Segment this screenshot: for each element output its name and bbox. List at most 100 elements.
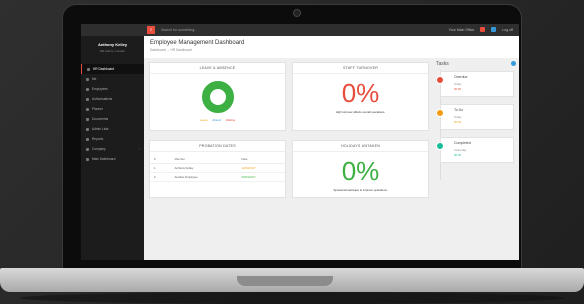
task-label: Completed <box>454 141 471 145</box>
sidebar-item-label: Company <box>92 147 106 151</box>
sidebar-item-reports[interactable]: Reports <box>81 134 144 144</box>
task-completed[interactable]: Completed Yesterday 00:00 <box>436 137 514 163</box>
sidebar-item-main-dashboard[interactable]: Main Dashboard <box>81 154 144 164</box>
row-date: 09/04/2017 <box>237 172 285 182</box>
task-when: Yesterday <box>454 148 467 152</box>
table-row[interactable]: 2 Another Employee 09/04/2017 <box>150 172 285 182</box>
legend-absent: Absent <box>212 118 222 122</box>
office-selector[interactable]: Your Main Office <box>449 28 475 32</box>
row-index: 2 <box>150 172 171 182</box>
sidebar-item-label: Reports <box>92 137 104 141</box>
sidebar-item-planner[interactable]: Planner <box>81 104 144 114</box>
sidebar-item-label: Me <box>92 77 97 81</box>
tasks-panel: Tasks Overdue Today 00:00 To Do Today 00:00 Co… <box>434 58 516 258</box>
sidebar-item-label: Main Dashboard <box>92 157 116 161</box>
sidebar-item-label: Employees <box>92 87 108 91</box>
row-index: 1 <box>150 163 171 173</box>
task-when: Today <box>454 82 462 86</box>
probation-dates-card: PROBATION DATES # Member Date 1 Anthony … <box>149 140 286 198</box>
profile-role: HR Admin, London <box>99 49 126 53</box>
holidays-untaken-card: HOLIDAYS UNTAKEN 0% Spread annual leave … <box>292 140 429 198</box>
card-title: PROBATION DATES <box>150 141 285 152</box>
profile-name: Anthony Kelley <box>97 42 128 47</box>
task-count: 00:00 <box>454 87 461 91</box>
card-title: STAFF TURNOVER <box>293 63 428 74</box>
legend-waiting: Waiting <box>225 118 236 122</box>
sidebar-item-documents[interactable]: Documents <box>81 114 144 124</box>
nav-icon <box>86 107 89 111</box>
sidebar-item-label: Authorisations <box>92 97 113 101</box>
breadcrumb: Dashboard → HR Dashboard <box>150 48 192 52</box>
turnover-value: 0% <box>341 78 380 108</box>
sidebar-nav: HR Dashboard Me Employees Authorisations Pla… <box>81 64 144 164</box>
main-content: Employee Management Dashboard Dashboard … <box>144 36 519 260</box>
task-to-do[interactable]: To Do Today 00:00 <box>436 104 514 130</box>
logout-link[interactable]: Log off <box>502 28 513 32</box>
sidebar-item-label: Documents <box>92 117 109 121</box>
nav-icon <box>86 97 89 101</box>
laptop-shadow <box>20 292 564 304</box>
page-title: Employee Management Dashboard <box>150 40 245 46</box>
row-member: Another Employee <box>170 172 238 182</box>
chart-legend: Leave Absent Waiting <box>150 118 285 122</box>
nav-icon <box>86 127 89 131</box>
sidebar-item-hr-dashboard[interactable]: HR Dashboard <box>81 64 144 74</box>
laptop-screen: ≡ Search for something... Your Main Offi… <box>81 24 519 260</box>
sidebar-item-employees[interactable]: Employees <box>81 84 144 94</box>
tasks-title: Tasks <box>436 61 449 67</box>
task-label: To Do <box>454 108 464 112</box>
turnover-subtitle: High turnover affects overall operations… <box>335 110 386 114</box>
sidebar-item-label: HR Dashboard <box>93 67 115 71</box>
sidebar-item-me[interactable]: Me <box>81 74 144 84</box>
row-member: Anthony Kelley <box>170 163 238 173</box>
task-label: Overdue <box>454 75 468 79</box>
top-bar: ≡ Search for something... Your Main Offi… <box>81 24 519 36</box>
sidebar-item-authorisations[interactable]: Authorisations <box>81 94 144 104</box>
mail-icon[interactable] <box>491 27 497 32</box>
col-date: Date <box>237 155 285 164</box>
sidebar-item-company[interactable]: Company › <box>81 144 144 154</box>
task-status-icon <box>436 109 444 117</box>
leave-absence-card: LEAVE & ABSENCE Leave Absent Waiting <box>149 62 286 131</box>
nav-icon <box>86 77 89 81</box>
sidebar: Anthony Kelley HR Admin, London HR Dashb… <box>81 36 144 260</box>
nav-icon <box>86 117 89 121</box>
nav-icon <box>86 137 89 141</box>
col-member: Member <box>170 155 238 164</box>
tasks-toggle-icon[interactable] <box>511 61 516 66</box>
legend-leave: Leave <box>199 118 208 122</box>
task-count: 00:00 <box>454 120 461 124</box>
donut-ring <box>201 81 234 113</box>
donut-chart <box>150 79 285 115</box>
profile: Anthony Kelley HR Admin, London <box>81 36 144 64</box>
webcam-icon <box>293 9 301 17</box>
holidays-subtitle: Spread annual leave to improve operation… <box>333 188 388 192</box>
task-status-icon <box>436 142 444 150</box>
staff-turnover-card: STAFF TURNOVER 0% High turnover affects … <box>292 62 429 131</box>
task-count: 00:00 <box>454 153 461 157</box>
nav-icon <box>86 87 89 91</box>
top-right-area: Your Main Office Log off <box>449 27 513 32</box>
sidebar-item-label: Admin Lists <box>92 127 109 131</box>
page-header: Employee Management Dashboard Dashboard … <box>144 36 519 58</box>
probation-table: # Member Date 1 Anthony Kelley 12/03/201… <box>150 155 285 182</box>
search-input[interactable]: Search for something... <box>161 28 197 32</box>
task-status-icon <box>436 76 444 84</box>
menu-button[interactable]: ≡ <box>147 26 155 34</box>
sidebar-item-label: Planner <box>92 107 103 111</box>
task-overdue[interactable]: Overdue Today 00:00 <box>436 71 514 97</box>
holidays-value: 0% <box>341 156 380 186</box>
bell-icon[interactable] <box>480 27 486 32</box>
nav-icon <box>86 147 89 151</box>
task-when: Today <box>454 115 462 119</box>
table-row[interactable]: 1 Anthony Kelley 12/03/2017 <box>150 163 285 173</box>
sidebar-item-admin-lists[interactable]: Admin Lists <box>81 124 144 134</box>
row-date: 12/03/2017 <box>237 163 285 173</box>
laptop-notch <box>237 276 333 286</box>
chevron-right-icon: › <box>138 147 140 151</box>
nav-icon <box>86 157 89 161</box>
card-title: HOLIDAYS UNTAKEN <box>293 141 428 152</box>
col-index: # <box>150 155 171 164</box>
card-title: LEAVE & ABSENCE <box>150 63 285 74</box>
nav-icon <box>87 67 90 71</box>
